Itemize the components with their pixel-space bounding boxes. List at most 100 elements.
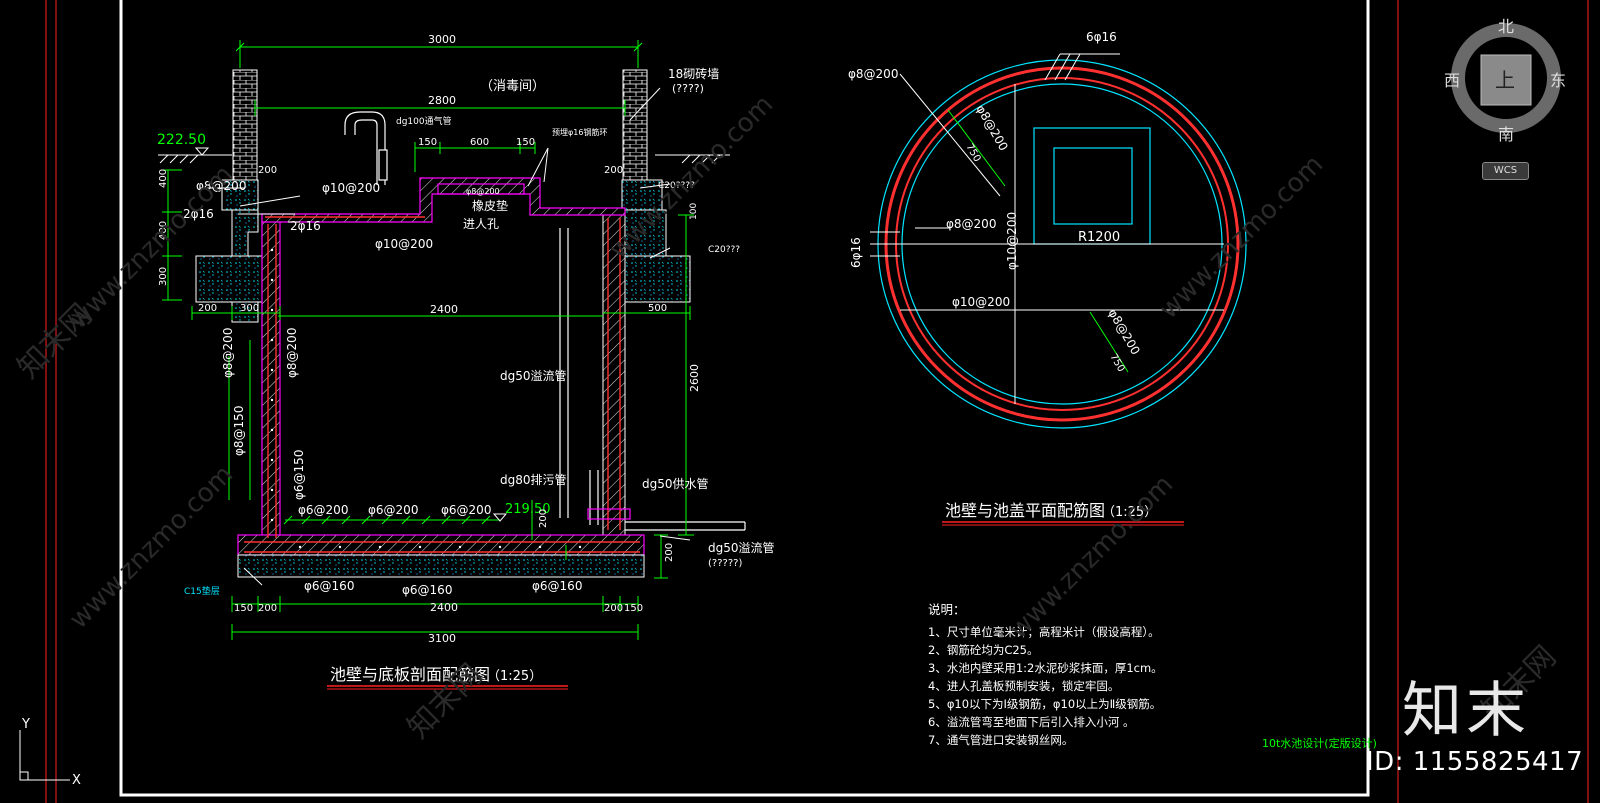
room-label: （消毒间） — [480, 79, 545, 94]
plan-diag-phi8: φ8@200 — [973, 103, 1010, 154]
viewcube[interactable]: 上 北 南 东 西 — [1444, 17, 1566, 144]
viewcube-south[interactable]: 南 — [1498, 125, 1514, 144]
label-rebar-ring: 预埋φ16钢筋环 — [552, 127, 607, 137]
ucs-y-label: Y — [21, 717, 30, 732]
dim-v-300: 300 — [158, 267, 169, 286]
label-overflow-out: dg50溢流管 — [708, 540, 775, 555]
dim-v-200-slab: 200 — [664, 543, 675, 562]
brick-wall-left — [232, 69, 258, 181]
label-wall-phi8-150: φ8@150 — [232, 406, 246, 456]
tank-wall-left — [261, 217, 281, 541]
section-view: （消毒间） 18砌砖墙 (????) 222.50 219.50 3000 28… — [157, 33, 775, 690]
label-slab-phi6-c: φ6@200 — [441, 503, 491, 517]
viewcube-top-label: 上 — [1495, 68, 1515, 92]
note-2: 2、钢筋砼均为C25。 — [928, 643, 1038, 657]
label-two-phi16-b: 2φ16 — [290, 219, 321, 233]
label-wall-phi8-b: φ8@200 — [285, 328, 299, 378]
viewcube-west[interactable]: 西 — [1444, 71, 1460, 90]
label-base-phi6-a: φ6@160 — [304, 579, 354, 593]
dim-bot-300: 300 — [240, 303, 259, 314]
label-slab-phi6-b: φ6@200 — [368, 503, 418, 517]
dim-v-100: 100 — [689, 203, 699, 220]
viewcube-east[interactable]: 东 — [1550, 71, 1566, 90]
elev-mark-top — [194, 147, 210, 156]
dim-base-150a: 150 — [234, 603, 253, 614]
label-cushion: C15垫层 — [184, 585, 220, 597]
label-supply-pipe: dg50供水管 — [642, 476, 709, 491]
cad-drawing-canvas[interactable]: （消毒间） 18砌砖墙 (????) 222.50 219.50 3000 28… — [0, 0, 1600, 803]
label-manhole: 进人孔 — [463, 217, 499, 231]
plan-left-phi16: 6φ16 — [849, 237, 863, 268]
label-phi8-200-cover: φ8@200 — [466, 187, 500, 196]
note-6: 6、溢流管弯至地面下后引入排入小河 。 — [928, 715, 1134, 729]
cover-slab — [261, 177, 626, 223]
label-wall-phi8-a: φ8@200 — [221, 328, 235, 378]
dim-base-200a: 200 — [258, 603, 277, 614]
dim-top-inner: 2800 — [428, 94, 456, 107]
section-rebar — [244, 216, 640, 553]
label-c20-b: C20??? — [708, 245, 740, 255]
dim-span-2400: 2400 — [430, 303, 458, 316]
dim-left-200: 200 — [258, 165, 277, 176]
watermark-site-5: www.znzmo.com — [1004, 470, 1179, 645]
dim-right-500: 500 — [648, 303, 667, 314]
plan-vert-phi10: φ10@200 — [1005, 212, 1019, 270]
plan-left-phi8: φ8@200 — [848, 67, 898, 81]
dim-v-2600: 2600 — [688, 364, 701, 392]
brand-logo: 知末 — [1402, 676, 1530, 746]
plan-manhole-inner — [1053, 147, 1133, 225]
label-overflow-vertical: dg50溢流管 — [500, 368, 567, 383]
plan-top-phi16: 6φ16 — [1086, 30, 1117, 44]
ground-left — [158, 154, 232, 164]
footing-right-wide — [621, 255, 691, 303]
section-scale: （1:25） — [487, 669, 542, 684]
notes: 说明： 1、尺寸单位毫米计；高程米计（假设高程）。 2、钢筋砼均为C25。 3、… — [928, 602, 1377, 750]
plan-diag2-phi8: φ8@200 — [1105, 307, 1142, 358]
elevation-top: 222.50 — [157, 132, 206, 148]
dim-base-total: 3100 — [428, 632, 456, 645]
dim-v-400a: 400 — [158, 169, 169, 188]
notes-heading: 说明： — [928, 602, 966, 617]
label-base-phi6-b: φ6@160 — [402, 583, 452, 597]
dim-top-total: 3000 — [428, 33, 456, 46]
ucs-x-label: X — [72, 773, 81, 788]
dim-base-200b: 200 — [604, 603, 623, 614]
base-cushion — [237, 554, 645, 578]
note-1: 1、尺寸单位毫米计；高程米计（假设高程）。 — [928, 625, 1160, 639]
plan-radius: R1200 — [1078, 230, 1120, 245]
label-base-phi6-c: φ6@160 — [532, 579, 582, 593]
dim-v-200-pipe: 200 — [538, 509, 549, 528]
label-phi10-200-top: φ10@200 — [322, 181, 380, 195]
wcs-button[interactable]: WCS — [1482, 162, 1529, 180]
label-wall-phi6-150: φ6@150 — [292, 450, 306, 500]
dim-bot-200: 200 — [198, 303, 217, 314]
plan-title: 池壁与池盖平面配筋图 — [945, 501, 1105, 520]
asset-id-label: ID: 1155825417 — [1366, 747, 1584, 777]
plan-diag2-750: 750 — [1107, 352, 1126, 374]
label-rubber-pad: 橡皮垫 — [472, 198, 508, 213]
dim-base-2400: 2400 — [430, 601, 458, 614]
viewcube-north[interactable]: 北 — [1498, 17, 1514, 36]
dim-manhole-mid: 600 — [470, 137, 489, 148]
label-phi10-200-mid: φ10@200 — [375, 237, 433, 251]
plan-diag-750: 750 — [963, 142, 982, 164]
dim-right-200: 200 — [604, 165, 623, 176]
dim-manhole-left: 150 — [418, 137, 437, 148]
note-4: 4、进人孔盖板预制安装，锁定牢固。 — [928, 679, 1119, 693]
plan-mid-phi8: φ8@200 — [946, 217, 996, 231]
plan-horiz-phi10: φ10@200 — [952, 295, 1010, 309]
note-7: 7、通气管进口安装钢丝网。 — [928, 733, 1073, 747]
label-overflow-out-sub: (?????) — [708, 558, 742, 569]
note-5: 5、φ10以下为Ⅰ级钢筋，φ10以上为Ⅱ级钢筋。 — [928, 697, 1161, 711]
design-stamp: 10t水池设计(定版设计) — [1262, 736, 1377, 750]
watermark-site-3: www.znzmo.com — [1154, 150, 1329, 325]
brick-wall-sub: (????) — [672, 82, 704, 95]
note-3: 3、水池内壁采用1:2水泥砂浆抹面，厚1cm。 — [928, 661, 1163, 675]
label-drain-pipe: dg80排污管 — [500, 472, 567, 487]
brick-wall-label: 18砌砖墙 — [668, 66, 719, 81]
ucs-icon: Y X — [19, 717, 81, 788]
footing-left-wide — [195, 255, 263, 303]
label-vent-pipe: dg100通气管 — [396, 115, 452, 127]
dim-base-150b: 150 — [624, 603, 643, 614]
watermark-site-4: www.znzmo.com — [64, 460, 239, 635]
